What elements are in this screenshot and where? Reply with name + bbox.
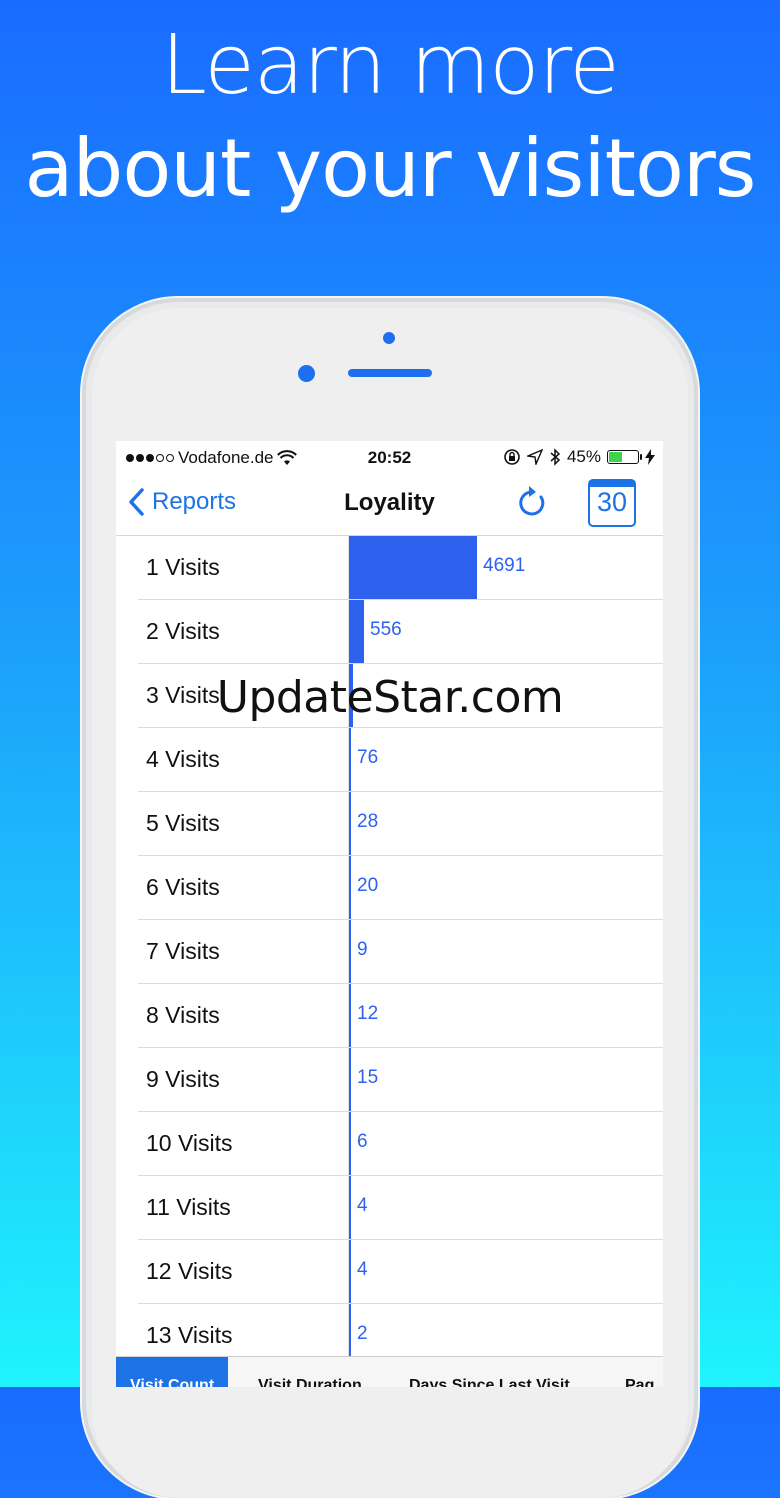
front-camera xyxy=(383,332,395,344)
bar-value-label: 28 xyxy=(357,811,379,832)
tab-pag[interactable]: Pag xyxy=(625,1377,654,1387)
row-label: 11 Visits xyxy=(146,1194,231,1220)
tab-visit-count[interactable]: Visit Count xyxy=(116,1357,229,1387)
bar xyxy=(349,1240,351,1303)
bar xyxy=(349,536,477,599)
table-row[interactable]: 9 Visits 15 xyxy=(116,1048,663,1112)
bar-value-label: 15 xyxy=(357,1067,379,1088)
bar xyxy=(349,920,351,983)
bar-value-label: 4 xyxy=(357,1259,368,1280)
table-row[interactable]: 4 Visits 76 xyxy=(116,728,663,792)
bar-value-label: 12 xyxy=(357,1003,379,1024)
bar-value-label: 4 xyxy=(357,1195,368,1216)
row-label: 5 Visits xyxy=(146,810,220,836)
proximity-sensor xyxy=(298,365,315,382)
refresh-icon[interactable] xyxy=(516,485,548,519)
row-label: 12 Visits xyxy=(146,1258,233,1284)
loyalty-bar-list: 1 Visits 4691 2 Visits 556 3 Visits 4 Visits 7… xyxy=(116,536,663,1368)
orientation-lock-icon xyxy=(504,449,520,465)
location-arrow-icon xyxy=(526,449,543,465)
bar-value-label: 6 xyxy=(357,1131,368,1152)
row-label: 2 Visits xyxy=(146,618,220,644)
promo-headline-line2: about your visitors xyxy=(24,122,757,215)
row-label: 9 Visits xyxy=(146,1066,220,1092)
row-label: 4 Visits xyxy=(146,746,220,772)
table-row[interactable]: 6 Visits 20 xyxy=(116,856,663,920)
phone-screen: Vodafone.de 20:52 45% Reports Loyality 3… xyxy=(116,441,663,1387)
table-row[interactable]: 10 Visits 6 xyxy=(116,1112,663,1176)
charging-bolt-icon xyxy=(645,449,655,465)
row-label: 10 Visits xyxy=(146,1130,233,1156)
earpiece-speaker xyxy=(348,369,432,377)
calendar-day: 30 xyxy=(596,487,628,517)
promo-headline-line1: Learn more xyxy=(161,18,620,113)
status-bar: Vodafone.de 20:52 45% xyxy=(116,441,663,475)
bar xyxy=(349,856,351,919)
bar-value-label: 76 xyxy=(357,747,379,768)
tab-days-since-last-visit[interactable]: Days Since Last Visit xyxy=(409,1377,570,1387)
table-row[interactable]: 12 Visits 4 xyxy=(116,1240,663,1304)
bar-value-label: 2 xyxy=(357,1323,368,1344)
row-label: 6 Visits xyxy=(146,874,220,900)
table-row[interactable]: 7 Visits 9 xyxy=(116,920,663,984)
table-row[interactable]: 8 Visits 12 xyxy=(116,984,663,1048)
table-row[interactable]: 1 Visits 4691 xyxy=(116,536,663,600)
bar xyxy=(349,792,351,855)
bar-value-label: 4691 xyxy=(483,555,526,576)
row-label: 13 Visits xyxy=(146,1322,233,1348)
report-tab-bar: Visit Count Visit Duration Days Since Last… xyxy=(116,1356,663,1387)
bar-value-label: 9 xyxy=(357,939,368,960)
bar xyxy=(349,1112,351,1175)
table-row[interactable]: 11 Visits 4 xyxy=(116,1176,663,1240)
table-row[interactable]: 2 Visits 556 xyxy=(116,600,663,664)
row-label: 1 Visits xyxy=(146,554,220,580)
bar-value-label: 556 xyxy=(370,619,402,640)
bar xyxy=(349,1048,351,1111)
row-label: 8 Visits xyxy=(146,1002,220,1028)
table-row[interactable]: 5 Visits 28 xyxy=(116,792,663,856)
bar xyxy=(349,600,364,663)
bar xyxy=(349,984,351,1047)
bar xyxy=(349,1176,351,1239)
watermark: UpdateStar.com xyxy=(216,672,564,723)
bar xyxy=(349,728,351,791)
tab-visit-duration[interactable]: Visit Duration xyxy=(258,1377,362,1387)
battery-icon xyxy=(607,450,642,464)
bar-value-label: 20 xyxy=(357,875,379,896)
battery-percentage: 45% xyxy=(566,447,601,466)
date-range-calendar-button[interactable]: 30 xyxy=(588,479,636,527)
row-label: 7 Visits xyxy=(146,938,220,964)
bluetooth-icon xyxy=(550,448,561,466)
page-title: Loyality xyxy=(344,489,435,516)
navigation-bar: Reports Loyality 30 xyxy=(116,475,663,536)
